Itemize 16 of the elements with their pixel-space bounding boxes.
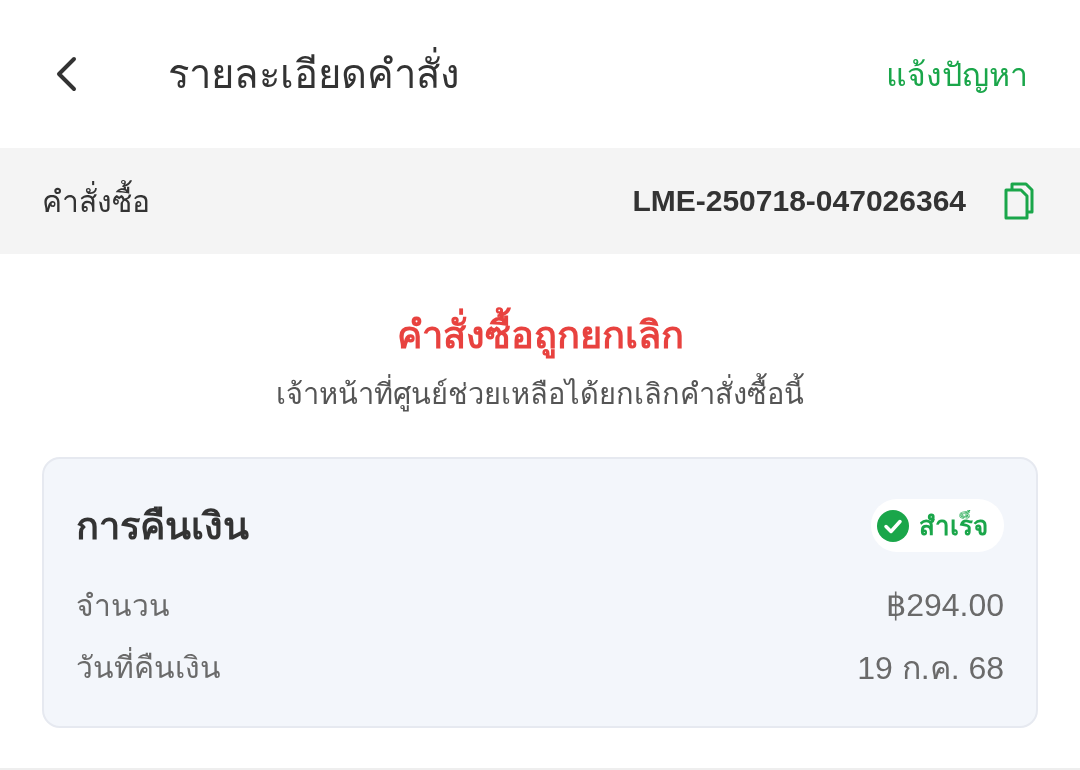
order-label: คำสั่งซื้อ	[42, 177, 633, 225]
refund-detail-value: ฿294.00	[886, 586, 1004, 624]
copy-icon	[1004, 182, 1034, 220]
order-status-title: คำสั่งซื้อถูกยกเลิก	[396, 304, 684, 365]
refund-status-badge: สำเร็จ	[871, 499, 1004, 552]
check-circle-icon	[877, 509, 909, 542]
back-chevron-icon	[54, 56, 78, 92]
report-problem-link[interactable]: แจ้งปัญหา	[886, 48, 1028, 100]
refund-title: การคืนเงิน	[76, 503, 249, 550]
page-title: รายละเอียดคำสั่ง	[168, 42, 886, 106]
order-number: LME-250718-047026364	[632, 184, 966, 218]
copy-button[interactable]	[1004, 182, 1034, 220]
refund-detail-value: 19 ก.ค. 68	[857, 648, 1004, 688]
refund-detail-label: จำนวน	[76, 586, 170, 625]
order-status-description: เจ้าหน้าที่ศูนย์ช่วยเหลือได้ยกเลิกคำสั่งซื้อนี้	[276, 371, 804, 417]
refund-detail-label: วันที่คืนเงิน	[76, 646, 221, 687]
